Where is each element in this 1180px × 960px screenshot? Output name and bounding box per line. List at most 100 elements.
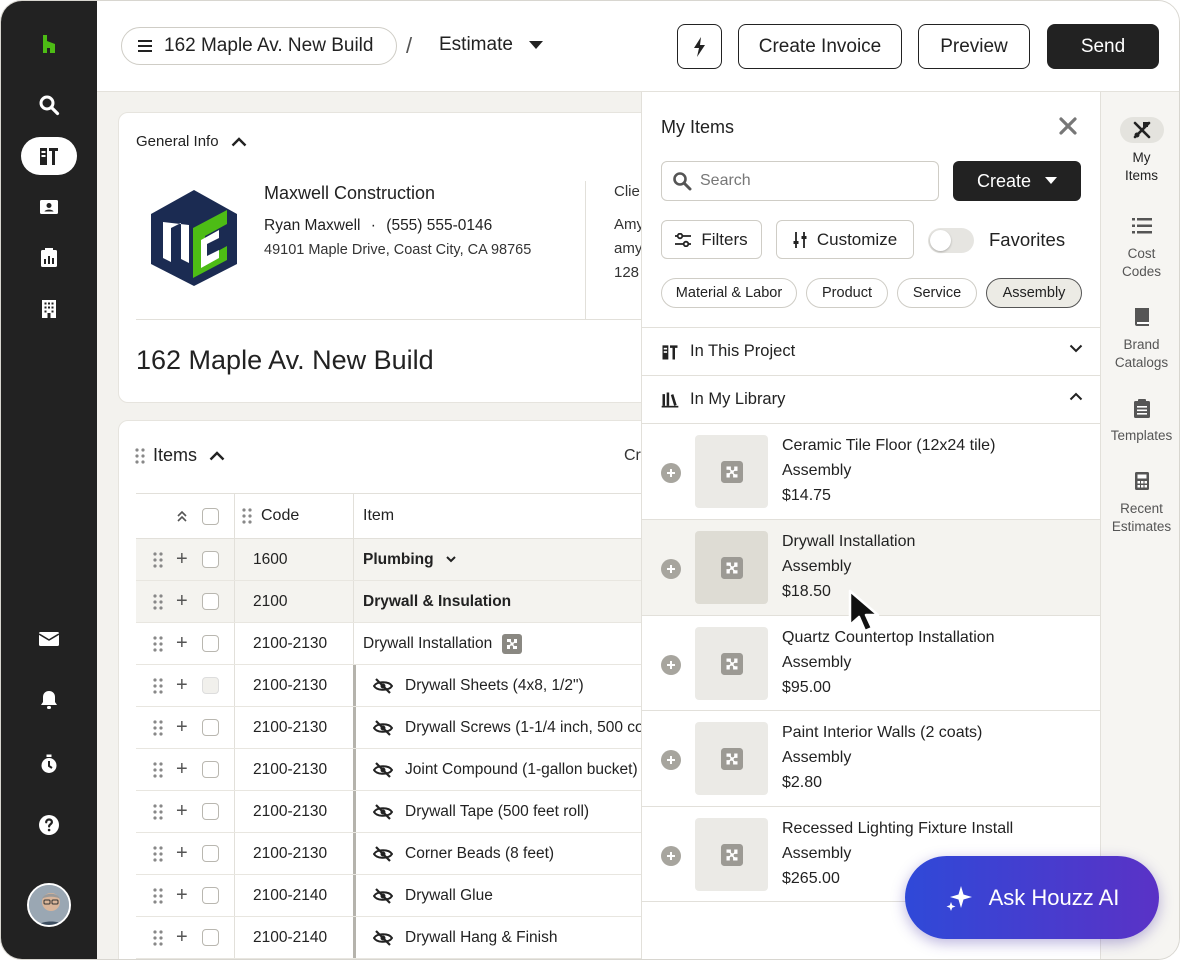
projects-tools-icon[interactable] [21,137,77,175]
add-row-icon[interactable]: + [176,623,188,664]
chip-service[interactable]: Service [897,278,977,308]
create-button[interactable]: Create [953,161,1081,201]
close-icon[interactable] [1059,117,1077,135]
send-button[interactable]: Send [1047,24,1159,69]
inbox-icon[interactable] [21,620,77,658]
row-checkbox[interactable] [202,929,219,946]
list-item[interactable]: Ceramic Tile Floor (12x24 tile) Assembly… [642,423,1101,519]
add-item-icon[interactable] [661,463,681,483]
drag-handle-icon[interactable] [153,749,165,790]
row-checkbox[interactable] [202,677,219,694]
add-row-icon[interactable]: + [176,539,188,580]
filters-button[interactable]: Filters [661,220,762,259]
timer-icon[interactable] [21,745,77,783]
project-selector[interactable]: 162 Maple Av. New Build [121,27,397,65]
drag-handle-icon[interactable] [153,833,165,874]
add-item-icon[interactable] [661,559,681,579]
bell-icon[interactable] [21,681,77,719]
rail-tab-recent-estimates[interactable]: Recent Estimates [1101,468,1179,536]
select-all-checkbox[interactable] [202,508,219,525]
row-checkbox[interactable] [202,593,219,610]
customize-button[interactable]: Customize [776,220,914,259]
table-row[interactable]: + 2100 Drywall & Insulation [136,581,646,623]
rail-tab-templates[interactable]: Templates [1101,395,1179,445]
section-in-this-project[interactable]: In This Project [642,327,1101,375]
table-row[interactable]: + 1600 Plumbing [136,539,646,581]
eye-off-icon[interactable] [373,761,393,778]
table-row[interactable]: + 2100-2130 Drywall Screws (1-1/4 inch, … [136,707,646,749]
preview-button[interactable]: Preview [918,24,1030,69]
building-icon[interactable] [21,290,77,328]
search-input[interactable] [700,172,920,190]
add-row-icon[interactable]: + [176,917,188,958]
table-row[interactable]: + 2100-2130 Joint Compound (1-gallon buc… [136,749,646,791]
eye-off-icon[interactable] [373,887,393,904]
add-row-icon[interactable]: + [176,665,188,706]
eye-off-icon[interactable] [373,803,393,820]
add-row-icon[interactable]: + [176,581,188,622]
avatar[interactable] [27,883,71,927]
list-item[interactable]: Paint Interior Walls (2 coats) Assembly … [642,710,1101,806]
chevron-down-icon[interactable] [445,556,456,563]
table-row[interactable]: + 2100-2130 Corner Beads (8 feet) [136,833,646,875]
collapse-all-icon[interactable] [176,494,188,538]
column-header-code[interactable]: Code [261,494,299,538]
search-icon[interactable] [21,86,77,124]
table-row[interactable]: + 2100-2140 Drywall Hang & Finish [136,917,646,959]
drag-handle-icon[interactable] [153,623,165,664]
table-row[interactable]: + 2100-2130 Drywall Sheets (4x8, 1/2") [136,665,646,707]
column-drag-icon[interactable] [242,494,252,538]
table-row[interactable]: + 2100-2140 Drywall Glue [136,875,646,917]
row-checkbox[interactable] [202,887,219,904]
row-checkbox[interactable] [202,845,219,862]
add-row-icon[interactable]: + [176,749,188,790]
chip-product[interactable]: Product [806,278,888,308]
document-type-dropdown[interactable]: Estimate [439,34,543,56]
create-item-button[interactable]: Cr [624,447,641,465]
eye-off-icon[interactable] [373,677,393,694]
calendar-report-icon[interactable] [21,239,77,277]
drag-handle-icon[interactable] [153,707,165,748]
row-checkbox[interactable] [202,761,219,778]
row-checkbox[interactable] [202,803,219,820]
drag-handle-icon[interactable] [153,665,165,706]
chip-assembly[interactable]: Assembly [986,278,1082,308]
chip-material-labor[interactable]: Material & Labor [661,278,797,308]
contacts-icon[interactable] [21,188,77,226]
rail-tab-brand-catalogs[interactable]: Brand Catalogs [1101,304,1179,372]
row-item[interactable]: Drywall Installation [363,623,646,664]
eye-off-icon[interactable] [373,845,393,862]
items-section-toggle[interactable]: Items [135,445,225,466]
add-item-icon[interactable] [661,750,681,770]
row-item[interactable]: Drywall Sheets (4x8, 1/2") [373,665,656,706]
row-item[interactable]: Drywall Tape (500 feet roll) [373,791,656,832]
general-info-toggle[interactable]: General Info [136,133,247,150]
help-icon[interactable] [21,806,77,844]
houzz-logo-icon[interactable] [21,25,77,63]
quick-action-button[interactable] [677,24,722,69]
row-item[interactable]: Joint Compound (1-gallon bucket) [373,749,656,790]
section-in-my-library[interactable]: In My Library [642,375,1101,423]
eye-off-icon[interactable] [373,929,393,946]
row-item[interactable]: Drywall Screws (1-1/4 inch, 500 co [373,707,656,748]
row-item[interactable]: Drywall & Insulation [363,581,646,622]
drag-handle-icon[interactable] [153,917,165,958]
rail-tab-cost-codes[interactable]: Cost Codes [1101,213,1179,281]
contact-phone[interactable]: (555) 555-0146 [386,217,492,234]
ask-houzz-ai-button[interactable]: Ask Houzz AI [905,856,1159,939]
row-item[interactable]: Drywall Glue [373,875,656,916]
drag-handle-icon[interactable] [153,581,165,622]
drag-handle-icon[interactable] [153,875,165,916]
drag-handle-icon[interactable] [153,791,165,832]
add-row-icon[interactable]: + [176,707,188,748]
search-field[interactable] [661,161,939,201]
add-item-icon[interactable] [661,655,681,675]
add-item-icon[interactable] [661,846,681,866]
add-row-icon[interactable]: + [176,833,188,874]
row-checkbox[interactable] [202,719,219,736]
add-row-icon[interactable]: + [176,791,188,832]
row-item[interactable]: Corner Beads (8 feet) [373,833,656,874]
rail-tab-my-items[interactable]: My Items [1101,117,1179,185]
row-item[interactable]: Plumbing [363,539,646,580]
row-item[interactable]: Drywall Hang & Finish [373,917,656,958]
